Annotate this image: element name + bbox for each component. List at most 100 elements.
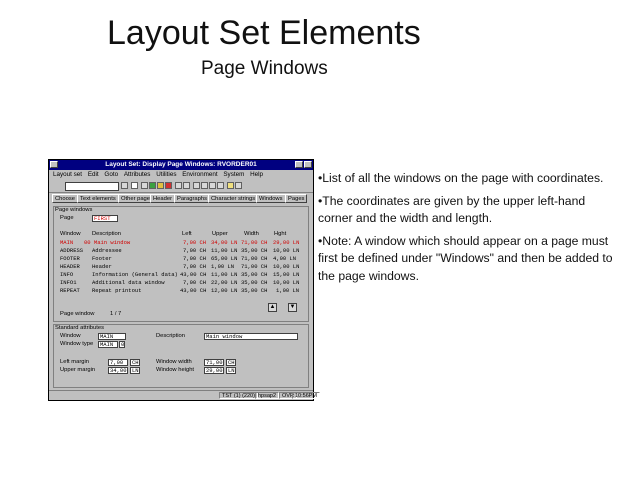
row-left: 7,00 CH [183,263,207,270]
row-upper: 65,00 LN [211,255,238,262]
upper-margin-unit-field[interactable]: LN [130,367,140,374]
col-hght: Hght [274,231,287,237]
row-window: FOOTER [60,255,80,262]
row-width: 35,00 CH [241,247,268,254]
row-left: 7,00 CH [183,247,207,254]
layout-menu-icon[interactable] [235,182,242,189]
scroll-up-icon[interactable]: ▲ [268,303,277,312]
left-margin-field[interactable]: 7,00 [108,359,128,366]
row-description: Repeat printout [92,287,142,294]
col-window: Window [60,231,81,237]
exit-icon[interactable] [157,182,164,189]
status-bar: TST (1) (220) hpsap2 OVR 10:56PM [49,390,321,400]
command-field[interactable] [65,182,119,191]
row-window: REPEAT [60,287,80,294]
col-description: Description [92,231,121,237]
menu-edit[interactable]: Edit [88,170,99,180]
row-hght: 4,00 LN [273,255,297,262]
first-page-icon[interactable] [193,182,200,189]
minimize-icon[interactable] [295,161,303,168]
menu-help[interactable]: Help [250,170,263,180]
window-height-unit-field[interactable]: LN [226,367,236,374]
row-description: Footer [92,255,112,262]
menu-goto[interactable]: Goto [104,170,118,180]
scroll-down-icon[interactable]: ▼ [288,303,297,312]
upper-margin-field[interactable]: 34,00 [108,367,128,374]
row-left: 7,00 CH [183,279,207,286]
bullet-list: •List of all the windows on the page wit… [318,170,618,290]
col-upper: Upper [212,231,228,237]
sap-window: Layout Set: Display Page Windows: RVORDE… [48,159,321,401]
last-page-icon[interactable] [217,182,224,189]
menu-layout-set[interactable]: Layout set [53,170,82,180]
find-icon[interactable] [183,182,190,189]
page-field[interactable]: FIRST [92,215,118,222]
row-hght: 10,00 LN [273,263,300,270]
row-upper: 11,00 LN [211,271,238,278]
save-icon[interactable] [141,182,148,189]
previous-page-icon[interactable] [201,182,208,189]
window-height-field[interactable]: 29,00 [204,367,224,374]
description-label: Description [156,333,185,339]
status-time: 10:56PM [292,392,321,399]
row-upper: 12,00 LN [211,287,238,294]
window-field[interactable]: MAIN [98,333,126,340]
row-window: ADDRESS [60,247,84,254]
left-margin-label: Left margin [60,359,89,365]
window-width-label: Window width [156,359,192,365]
dropdown-icon[interactable] [121,182,128,189]
row-window: HEADER [60,263,80,270]
enter-icon[interactable] [131,182,138,189]
status-system: TST (1) (220) [219,392,258,399]
menu-utilities[interactable]: Utilities [156,170,176,180]
help-icon[interactable] [227,182,234,189]
choose-button[interactable]: Choose [52,194,78,203]
page-window-count: 1 / 7 [110,311,122,317]
menu-attributes[interactable]: Attributes [124,170,151,180]
character-strings-button[interactable]: Character strings [208,194,259,203]
paragraphs-button[interactable]: Paragraphs [174,194,210,203]
application-toolbar: Choose Text elements Other page Header P… [49,193,313,204]
menu-environment[interactable]: Environment [182,170,217,180]
system-menu-icon[interactable] [50,161,58,168]
row-hght: 10,00 LN [273,247,300,254]
page-label: Page [60,215,74,221]
maximize-icon[interactable] [304,161,312,168]
row-width: 71,00 CH [241,263,268,270]
row-description: Addressee [92,247,122,254]
row-left: 7,00 CH [183,255,207,262]
row-left: 7,00 CH [183,239,207,246]
header-button[interactable]: Header [150,194,176,203]
window-type-suffix-field[interactable]: 0 [119,341,125,348]
window-titlebar: Layout Set: Display Page Windows: RVORDE… [49,160,313,170]
back-icon[interactable] [149,182,156,189]
col-width: Width [244,231,259,237]
slide-subtitle: Page Windows [201,58,328,79]
other-page-button[interactable]: Other page [118,194,154,203]
windows-button[interactable]: Windows [256,194,286,203]
row-width: 35,00 CH [241,279,268,286]
window-width-unit-field[interactable]: CH [226,359,236,366]
left-margin-unit-field[interactable]: CH [130,359,140,366]
text-elements-button[interactable]: Text elements [77,194,119,203]
row-window: INFO1 [60,279,77,286]
row-hght: 15,00 LN [273,271,300,278]
print-icon[interactable] [175,182,182,189]
cancel-icon[interactable] [165,182,172,189]
row-upper: 11,00 LN [211,247,238,254]
description-field[interactable]: Main window [204,333,298,340]
menu-system[interactable]: System [223,170,244,180]
pages-button[interactable]: Pages [285,194,308,203]
row-hght: 1,00 LN [276,287,300,294]
row-hght: 29,00 LN [273,239,300,246]
window-width-field[interactable]: 71,00 [204,359,224,366]
row-window: INFO [60,271,74,278]
status-host: hpsap2 [255,392,280,399]
window-type-label: Window type [60,341,94,347]
row-left: 43,00 CH [180,287,207,294]
page-windows-panel: Page windows Page FIRST Window Descripti… [53,206,309,322]
next-page-icon[interactable] [209,182,216,189]
window-type-field[interactable]: MAIN [98,341,118,348]
row-description: Header [92,263,112,270]
row-upper: 1,00 LN [211,263,235,270]
